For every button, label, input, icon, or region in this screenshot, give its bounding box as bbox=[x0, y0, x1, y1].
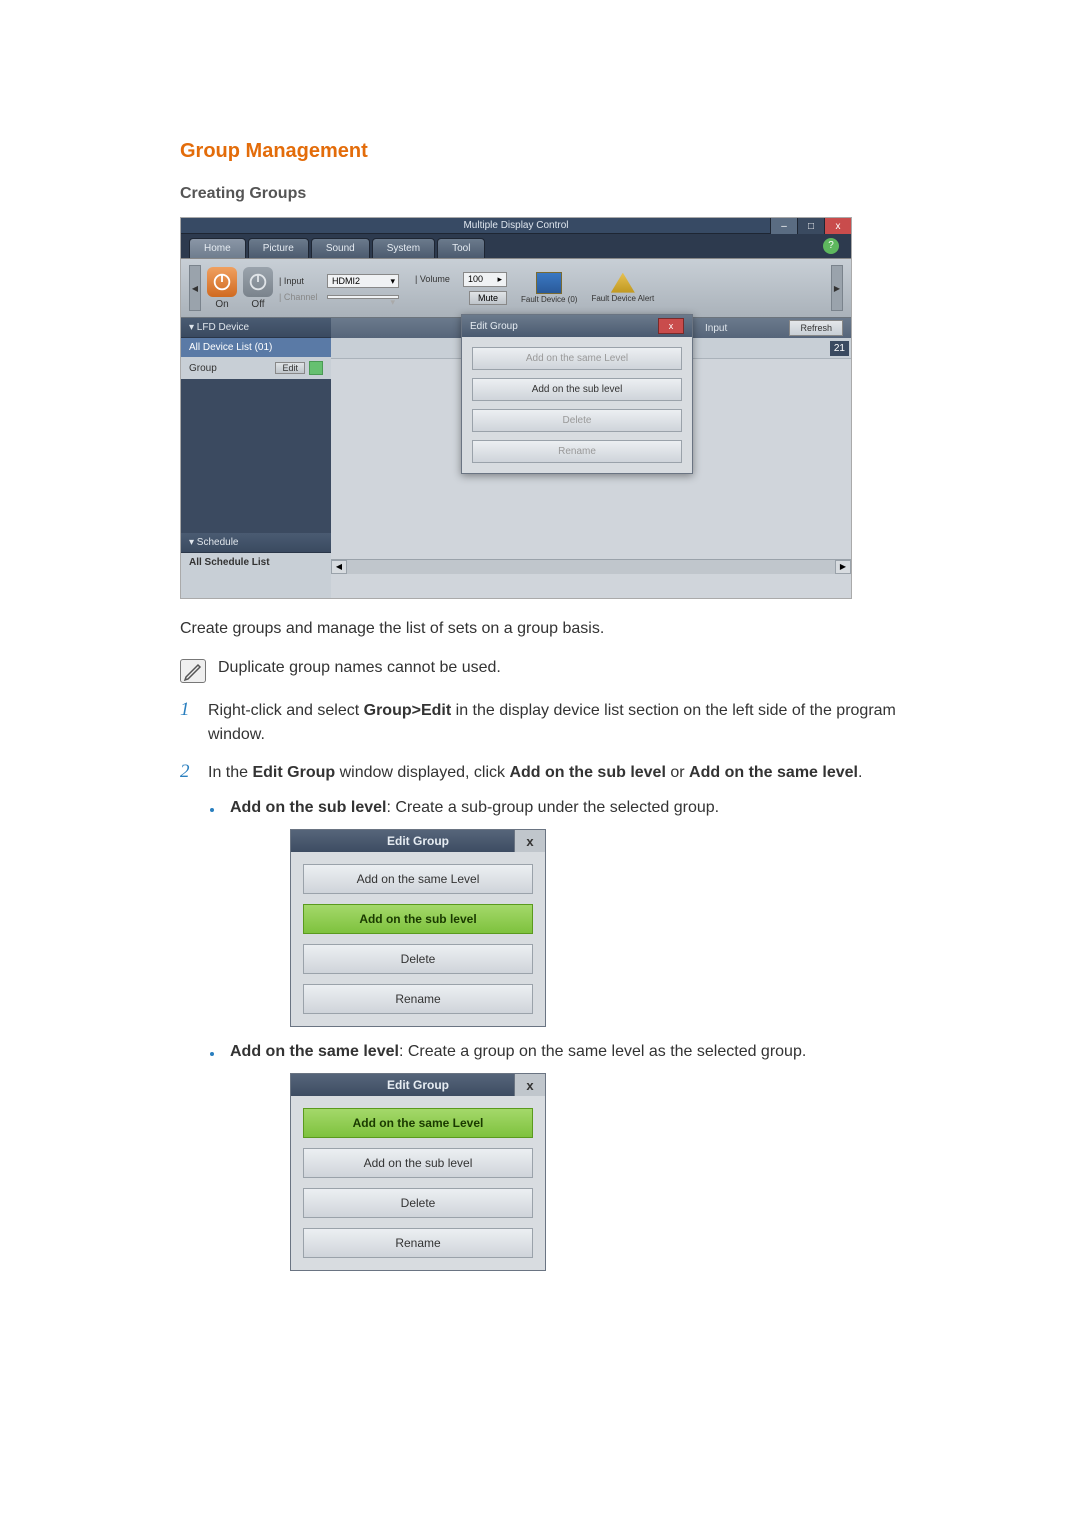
window-title: Multiple Display Control bbox=[463, 220, 568, 231]
dialog-title: Edit Group bbox=[470, 321, 518, 332]
sd2-add-sub-level[interactable]: Add on the sub level bbox=[303, 1148, 533, 1178]
scroll-left-arrow[interactable]: ◀ bbox=[331, 560, 347, 574]
window-minimize-button[interactable]: – bbox=[770, 218, 797, 234]
tab-tool[interactable]: Tool bbox=[437, 238, 485, 258]
step-1-text: Right-click and select Group>Edit in the… bbox=[208, 699, 900, 747]
input-label: | Input bbox=[279, 276, 323, 286]
small-dialog-title-2: Edit Group bbox=[387, 1078, 449, 1092]
power-off-label: Off bbox=[251, 299, 264, 310]
tab-picture[interactable]: Picture bbox=[248, 238, 309, 258]
small-dialog-title: Edit Group bbox=[387, 834, 449, 848]
step-2-text: In the Edit Group window displayed, clic… bbox=[208, 761, 862, 785]
sidebar-schedule-header[interactable]: ▾ Schedule bbox=[181, 533, 331, 553]
volume-label: | Volume bbox=[415, 274, 459, 284]
fault-alert-icon[interactable] bbox=[611, 273, 635, 293]
check-icon bbox=[309, 361, 323, 375]
sidebar-all-schedule[interactable]: All Schedule List bbox=[181, 553, 331, 572]
row-number: 21 bbox=[830, 341, 849, 356]
sidebar-lfd-header[interactable]: ▾ LFD Device bbox=[181, 318, 331, 338]
sidebar-all-device-list[interactable]: All Device List (01) bbox=[181, 338, 331, 357]
screenshot-main: Multiple Display Control – □ x Home Pict… bbox=[180, 217, 852, 599]
window-titlebar: Multiple Display Control – □ x bbox=[181, 218, 851, 234]
bullet-1-text: Add on the sub level: Create a sub-group… bbox=[230, 799, 719, 817]
dialog-close-button[interactable]: x bbox=[658, 318, 684, 334]
bullet-icon bbox=[210, 1052, 214, 1056]
fault-device-icon[interactable] bbox=[536, 272, 562, 294]
scroll-right-arrow[interactable]: ▶ bbox=[835, 560, 851, 574]
power-on-label: On bbox=[215, 299, 228, 310]
channel-select[interactable]: ▾ bbox=[327, 295, 399, 299]
sidebar-group-label: Group bbox=[189, 363, 217, 374]
section-title: Group Management bbox=[180, 140, 900, 163]
sd-delete[interactable]: Delete bbox=[303, 944, 533, 974]
power-icon bbox=[211, 271, 233, 293]
sd2-rename[interactable]: Rename bbox=[303, 1228, 533, 1258]
edit-group-dialog-sub: Edit Group x Add on the same Level Add o… bbox=[290, 829, 546, 1027]
sidebar-group-row: Group Edit bbox=[181, 357, 331, 379]
body-text-1: Create groups and manage the list of set… bbox=[180, 617, 900, 641]
rename-button[interactable]: Rename bbox=[472, 440, 682, 463]
sd2-delete[interactable]: Delete bbox=[303, 1188, 533, 1218]
note-text: Duplicate group names cannot be used. bbox=[218, 659, 501, 677]
edit-group-dialog-same: Edit Group x Add on the same Level Add o… bbox=[290, 1073, 546, 1271]
add-same-level-button[interactable]: Add on the same Level bbox=[472, 347, 682, 370]
toolbar: ◀ On Off | Input HDMI2▾ bbox=[181, 258, 851, 318]
small-dialog-close-button[interactable]: x bbox=[514, 830, 545, 852]
bullet-icon bbox=[210, 808, 214, 812]
sidebar: ▾ LFD Device All Device List (01) Group … bbox=[181, 318, 331, 598]
col-input: Input bbox=[695, 323, 737, 334]
mute-button[interactable]: Mute bbox=[469, 291, 507, 305]
horizontal-scrollbar[interactable]: ◀ ▶ bbox=[331, 559, 851, 574]
window-maximize-button[interactable]: □ bbox=[797, 218, 824, 234]
content-area: Auto te ower Input Refresh HDMI2 21 bbox=[331, 318, 851, 598]
help-icon[interactable]: ? bbox=[823, 238, 839, 254]
tab-system[interactable]: System bbox=[372, 238, 435, 258]
sd2-add-same-level[interactable]: Add on the same Level bbox=[303, 1108, 533, 1138]
sd-rename[interactable]: Rename bbox=[303, 984, 533, 1014]
channel-label: | Channel bbox=[279, 292, 323, 302]
add-sub-level-button[interactable]: Add on the sub level bbox=[472, 378, 682, 401]
tab-home[interactable]: Home bbox=[189, 238, 246, 258]
fault-device-label: Fault Device (0) bbox=[521, 296, 577, 305]
note-pencil-icon bbox=[180, 659, 206, 683]
tab-sound[interactable]: Sound bbox=[311, 238, 370, 258]
subsection-title: Creating Groups bbox=[180, 185, 900, 203]
input-select[interactable]: HDMI2▾ bbox=[327, 274, 399, 288]
toolbar-scroll-right[interactable]: ▶ bbox=[831, 265, 843, 311]
power-on-button[interactable] bbox=[207, 267, 237, 297]
group-edit-button[interactable]: Edit bbox=[275, 362, 305, 374]
refresh-button[interactable]: Refresh bbox=[789, 320, 843, 336]
tab-bar: Home Picture Sound System Tool ? bbox=[181, 234, 851, 258]
edit-group-dialog: Edit Group x Add on the same Level Add o… bbox=[461, 314, 693, 474]
delete-button[interactable]: Delete bbox=[472, 409, 682, 432]
bullet-2-text: Add on the same level: Create a group on… bbox=[230, 1043, 806, 1061]
step-number-1: 1 bbox=[180, 699, 194, 747]
toolbar-scroll-left[interactable]: ◀ bbox=[189, 265, 201, 311]
power-off-button[interactable] bbox=[243, 267, 273, 297]
sd-add-same-level[interactable]: Add on the same Level bbox=[303, 864, 533, 894]
step-number-2: 2 bbox=[180, 761, 194, 785]
sd-add-sub-level[interactable]: Add on the sub level bbox=[303, 904, 533, 934]
power-icon bbox=[247, 271, 269, 293]
fault-alert-label: Fault Device Alert bbox=[591, 295, 654, 304]
volume-spinner[interactable]: 100▸ bbox=[463, 272, 507, 287]
window-close-button[interactable]: x bbox=[824, 218, 851, 234]
small-dialog-close-button-2[interactable]: x bbox=[514, 1074, 545, 1096]
